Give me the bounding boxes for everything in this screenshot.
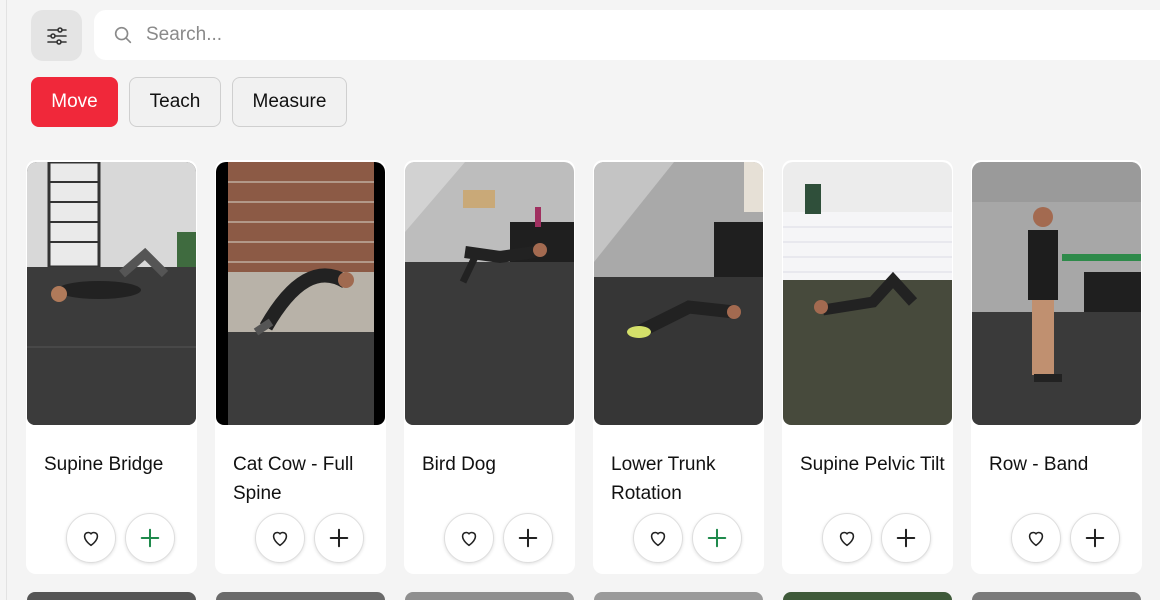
next-row-thumbnail[interactable]	[27, 592, 196, 600]
exercise-card[interactable]: Supine Pelvic Tilt	[782, 160, 953, 574]
heart-icon	[650, 531, 666, 547]
exercise-title: Cat Cow - Full Spine	[233, 454, 354, 504]
next-row-thumbnail[interactable]	[783, 592, 952, 600]
add-button[interactable]	[125, 513, 175, 563]
exercise-title: Row - Band	[989, 454, 1089, 475]
next-row-thumbnail[interactable]	[972, 592, 1141, 600]
next-row-thumbnail[interactable]	[405, 592, 574, 600]
card-actions	[633, 513, 742, 563]
exercise-card[interactable]: Bird Dog	[404, 160, 575, 574]
card-actions	[255, 513, 364, 563]
favorite-button[interactable]	[633, 513, 683, 563]
exercise-thumbnail[interactable]	[594, 162, 763, 425]
filter-button[interactable]	[31, 10, 82, 61]
exercise-title: Supine Pelvic Tilt	[800, 454, 945, 475]
heart-icon	[839, 531, 855, 547]
category-tabs: Move Teach Measure	[31, 77, 347, 127]
exercise-thumbnail[interactable]	[972, 162, 1141, 425]
add-button[interactable]	[314, 513, 364, 563]
plus-icon	[140, 528, 160, 548]
add-button[interactable]	[692, 513, 742, 563]
plus-icon	[896, 528, 916, 548]
add-button[interactable]	[881, 513, 931, 563]
add-button[interactable]	[503, 513, 553, 563]
card-actions	[66, 513, 175, 563]
favorite-button[interactable]	[822, 513, 872, 563]
plus-icon	[329, 528, 349, 548]
exercise-title: Lower Trunk Rotation	[611, 454, 716, 504]
exercise-title: Supine Bridge	[44, 454, 164, 475]
heart-icon	[1028, 531, 1044, 547]
card-actions	[444, 513, 553, 563]
heart-icon	[461, 531, 477, 547]
exercise-card[interactable]: Cat Cow - Full Spine	[215, 160, 386, 574]
search-icon	[112, 24, 134, 46]
tab-move[interactable]: Move	[31, 77, 118, 127]
exercise-card[interactable]: Supine Bridge	[26, 160, 197, 574]
exercise-thumbnail[interactable]	[783, 162, 952, 425]
plus-icon	[707, 528, 727, 548]
search-input[interactable]	[146, 24, 1046, 46]
exercise-title: Bird Dog	[422, 454, 496, 475]
favorite-button[interactable]	[66, 513, 116, 563]
favorite-button[interactable]	[444, 513, 494, 563]
exercise-card[interactable]: Row - Band	[971, 160, 1142, 574]
favorite-button[interactable]	[1011, 513, 1061, 563]
plus-icon	[1085, 528, 1105, 548]
add-button[interactable]	[1070, 513, 1120, 563]
favorite-button[interactable]	[255, 513, 305, 563]
heart-icon	[83, 531, 99, 547]
tab-measure[interactable]: Measure	[232, 77, 347, 127]
card-actions	[822, 513, 931, 563]
exercise-thumbnail[interactable]	[216, 162, 385, 425]
exercise-thumbnail[interactable]	[405, 162, 574, 425]
exercise-card[interactable]: Lower Trunk Rotation	[593, 160, 764, 574]
sliders-icon	[46, 26, 67, 45]
exercise-library-panel: Move Teach Measure Supine Bridge	[6, 0, 1160, 600]
exercise-thumbnail[interactable]	[27, 162, 196, 425]
next-row-thumbnail[interactable]	[216, 592, 385, 600]
plus-icon	[518, 528, 538, 548]
heart-icon	[272, 531, 288, 547]
card-actions	[1011, 513, 1120, 563]
search-bar	[94, 10, 1160, 60]
tab-teach[interactable]: Teach	[129, 77, 221, 127]
next-row-thumbnail[interactable]	[594, 592, 763, 600]
